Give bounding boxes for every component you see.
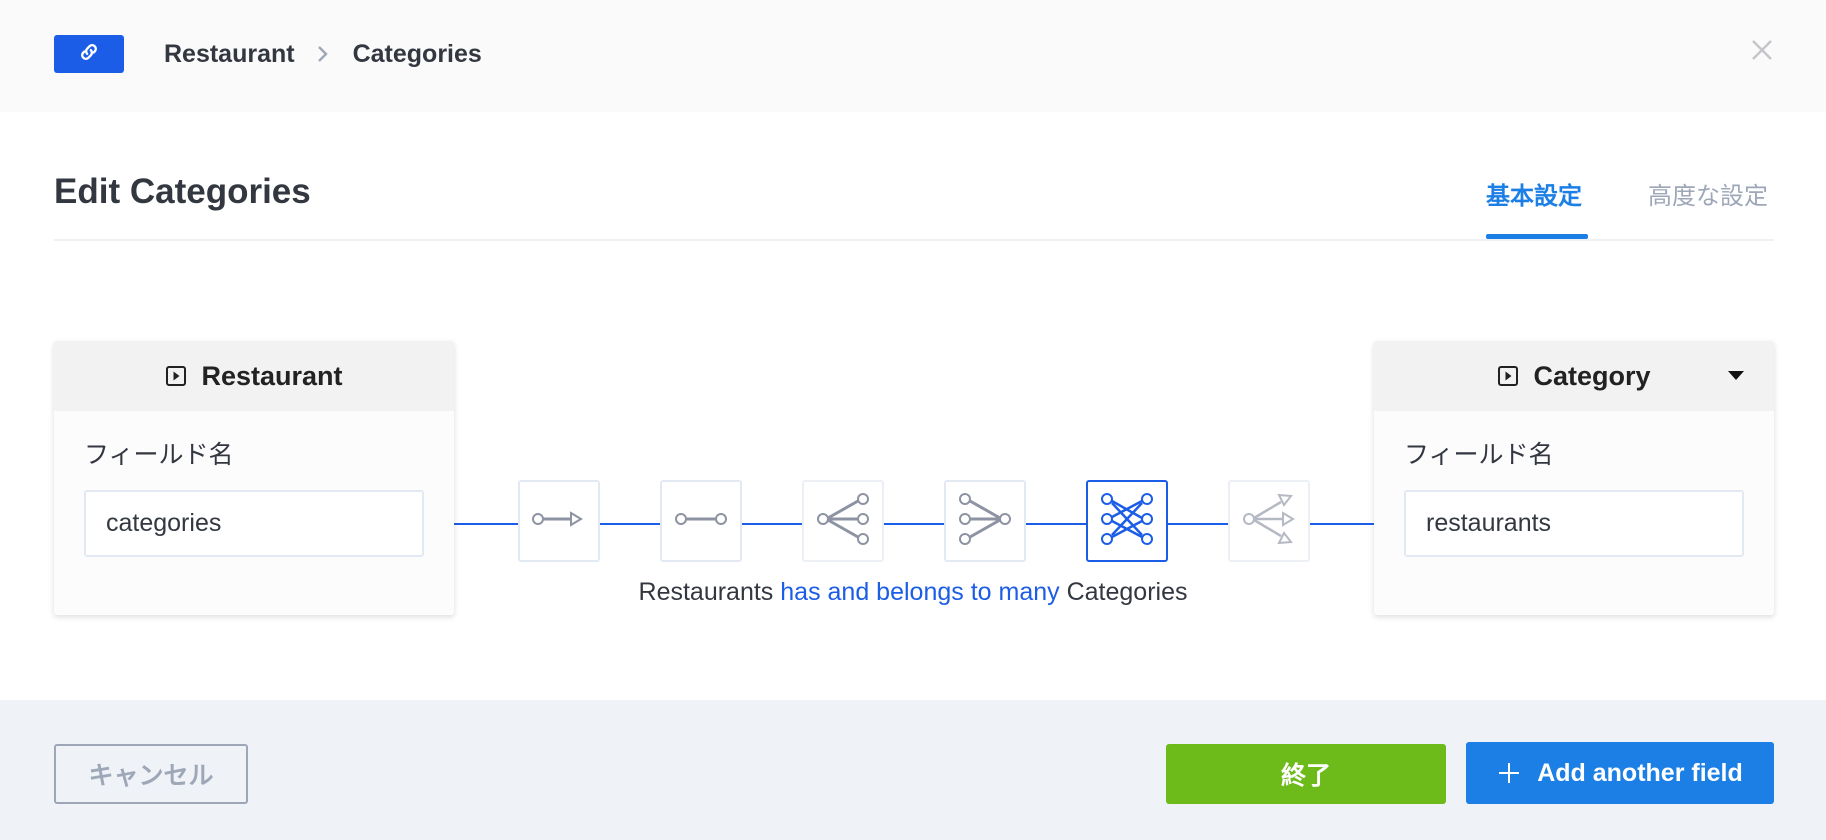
- relation-one-to-many-button[interactable]: [802, 480, 884, 562]
- many-way-icon: [1241, 491, 1297, 552]
- field-name-label: フィールド名: [1404, 441, 1554, 469]
- plus-icon: [1497, 761, 1521, 785]
- link-badge: [54, 35, 124, 73]
- relation-description: Restaurants has and belongs to many Cate…: [0, 574, 1826, 610]
- breadcrumb-item: Categories: [352, 39, 482, 68]
- relation-one-way-button[interactable]: [518, 480, 600, 562]
- right-model-name: Category: [1533, 360, 1651, 391]
- relation-subject: Restaurants: [638, 578, 774, 606]
- chevron-right-icon: [317, 45, 329, 63]
- left-field-name-input[interactable]: [84, 490, 424, 557]
- one-way-icon: [531, 499, 587, 544]
- relation-many-way-button[interactable]: [1228, 480, 1310, 562]
- modal-footer: キャンセル 終了 Add another field: [0, 700, 1826, 840]
- left-card-header: Restaurant: [54, 341, 454, 411]
- link-icon: [78, 41, 100, 68]
- right-card-header[interactable]: Category: [1374, 341, 1774, 411]
- one-to-many-icon: [815, 491, 871, 552]
- tab-basic-settings[interactable]: 基本設定: [1486, 176, 1588, 239]
- divider: [54, 239, 1774, 241]
- relation-many-to-many-button[interactable]: [1086, 480, 1168, 562]
- relation-object: Categories: [1066, 578, 1188, 606]
- content-type-icon: [165, 365, 187, 387]
- relation-many-to-one-button[interactable]: [944, 480, 1026, 562]
- caret-down-icon[interactable]: [1728, 371, 1744, 380]
- page-title: Edit Categories: [54, 172, 311, 211]
- modal-header: Restaurant Categories: [0, 0, 1826, 112]
- breadcrumb-item[interactable]: Restaurant: [164, 40, 295, 69]
- left-model-name: Restaurant: [201, 360, 343, 391]
- close-icon: [1751, 39, 1773, 66]
- finish-button[interactable]: 終了: [1166, 744, 1446, 804]
- relation-verb: has and belongs to many: [780, 578, 1060, 606]
- field-name-label: フィールド名: [84, 441, 234, 469]
- many-to-one-icon: [957, 491, 1013, 552]
- relation-one-to-one-button[interactable]: [660, 480, 742, 562]
- right-field-name-input[interactable]: [1404, 490, 1744, 557]
- many-to-many-icon: [1099, 491, 1155, 552]
- close-button[interactable]: [1748, 38, 1776, 66]
- content-type-icon: [1497, 365, 1519, 387]
- one-to-one-icon: [673, 499, 729, 544]
- add-another-field-button[interactable]: Add another field: [1466, 742, 1774, 804]
- cancel-button[interactable]: キャンセル: [54, 744, 248, 804]
- tab-advanced-settings[interactable]: 高度な設定: [1648, 176, 1768, 218]
- add-another-field-label: Add another field: [1537, 758, 1743, 787]
- breadcrumb: Restaurant Categories: [164, 36, 482, 72]
